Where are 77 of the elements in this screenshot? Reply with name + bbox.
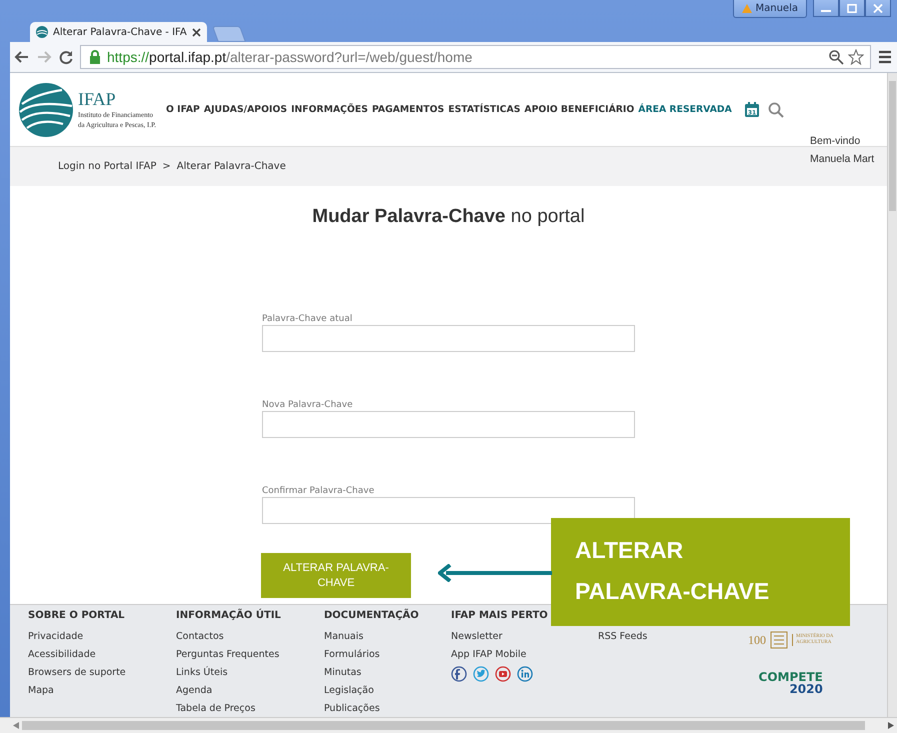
- minimize-icon: [821, 10, 831, 12]
- footer-link[interactable]: Perguntas Frequentes: [176, 648, 324, 661]
- horizontal-scrollbar[interactable]: [0, 717, 897, 733]
- menu-icon[interactable]: [877, 49, 893, 65]
- footer-link[interactable]: Contactos: [176, 630, 324, 643]
- footer-link[interactable]: Publicações: [324, 702, 451, 715]
- footer-link[interactable]: Legislação: [324, 684, 451, 697]
- nav-link[interactable]: INFORMAÇÕES: [291, 104, 368, 115]
- footer-link[interactable]: Links Úteis: [176, 666, 324, 679]
- footer-link[interactable]: Mapa: [28, 684, 176, 697]
- footer-heading: DOCUMENTAÇÃO: [324, 609, 420, 623]
- field-label: Confirmar Palavra-Chave: [262, 486, 376, 497]
- nav-link[interactable]: O IFAP: [166, 104, 200, 115]
- password-field[interactable]: [262, 325, 635, 352]
- close-icon[interactable]: [192, 28, 201, 36]
- close-icon: [873, 4, 883, 12]
- wave-logo-icon[interactable]: [18, 82, 74, 138]
- reload-icon[interactable]: [58, 49, 74, 65]
- nav-link[interactable]: AJUDAS/APOIOS: [204, 104, 288, 115]
- breadcrumb-link[interactable]: Login no Portal IFAP: [58, 161, 156, 172]
- nav-link[interactable]: ESTATÍSTICAS: [448, 104, 520, 115]
- search-icon[interactable]: [768, 102, 784, 118]
- compete-year: 2020: [789, 683, 823, 695]
- callout-text: PALAVRA-CHAVE: [575, 577, 770, 606]
- profile-button[interactable]: Manuela: [732, 0, 807, 18]
- footer-link[interactable]: Privacidade: [28, 630, 176, 643]
- browser-tab[interactable]: Alterar Palavra-Chave - IFA: [30, 22, 207, 42]
- footer-link[interactable]: Newsletter: [451, 630, 598, 643]
- footer-link[interactable]: Agenda: [176, 684, 324, 697]
- facebook-icon[interactable]: [451, 666, 467, 682]
- minimize-button[interactable]: [813, 0, 839, 17]
- logo-name: IFAP: [78, 89, 117, 110]
- vertical-scrollbar[interactable]: [887, 73, 897, 717]
- nav-link[interactable]: ÁREA RESERVADA: [638, 104, 732, 115]
- tab-title: Alterar Palavra-Chave - IFA: [53, 26, 187, 38]
- footer-heading: SOBRE O PORTAL: [28, 609, 126, 623]
- footer-link[interactable]: Manuais: [324, 630, 451, 643]
- maximize-button[interactable]: [839, 0, 865, 17]
- breadcrumb-separator: >: [162, 161, 171, 172]
- url-text: https://portal.ifap.pt/alterar-password?url=/web/guest/home: [107, 49, 472, 65]
- compete-logo-text: COMPETE: [758, 671, 823, 683]
- footer-heading: IFAP MAIS PERTO: [451, 609, 549, 623]
- warning-icon: [742, 4, 752, 13]
- footer-link[interactable]: Tabela de Preços: [176, 702, 324, 715]
- welcome-text: Manuela Mart: [810, 152, 874, 167]
- wave-logo-icon: [36, 26, 48, 38]
- left-arrow-icon[interactable]: [13, 722, 19, 729]
- nav-link[interactable]: APOIO BENEFICIÁRIO: [524, 104, 634, 115]
- form-title: Mudar Palavra-Chave no portal: [312, 206, 585, 228]
- maximize-icon: [847, 4, 857, 12]
- address-bar[interactable]: https://portal.ifap.pt/alterar-password?url=/web/guest/home: [80, 45, 871, 69]
- nav-link[interactable]: PAGAMENTOS: [372, 104, 444, 115]
- back-arrow-icon[interactable]: [14, 49, 30, 65]
- footer-heading: INFORMAÇÃO ÚTIL: [176, 609, 282, 623]
- footer-link[interactable]: Minutas: [324, 666, 451, 679]
- centenary-seal-icon: [770, 631, 788, 649]
- padlock-icon: [87, 49, 103, 65]
- footer-link[interactable]: RSS Feeds: [598, 630, 748, 643]
- field-label: Palavra-Chave atual: [262, 314, 354, 325]
- password-field[interactable]: [262, 411, 635, 438]
- footer-link[interactable]: Acessibilidade: [28, 648, 176, 661]
- linkedin-icon[interactable]: [517, 666, 533, 682]
- footer-link[interactable]: Formulários: [324, 648, 451, 661]
- zoom-icon[interactable]: [828, 49, 844, 65]
- footer-link[interactable]: Browsers de suporte: [28, 666, 176, 679]
- welcome-text: Bem-vindo: [810, 134, 862, 149]
- youtube-icon[interactable]: [495, 666, 511, 682]
- breadcrumb-link[interactable]: Alterar Palavra-Chave: [176, 161, 286, 172]
- field-label: Nova Palavra-Chave: [262, 400, 354, 411]
- close-button[interactable]: [865, 0, 891, 17]
- footer-link[interactable]: App IFAP Mobile: [451, 648, 598, 661]
- callout-text: ALTERAR: [575, 536, 684, 565]
- star-icon[interactable]: [848, 49, 864, 65]
- password-field[interactable]: [262, 497, 635, 524]
- right-arrow-icon[interactable]: [888, 722, 894, 729]
- pointer-arrow-icon: [438, 564, 552, 582]
- centenary-number: 100: [748, 632, 766, 648]
